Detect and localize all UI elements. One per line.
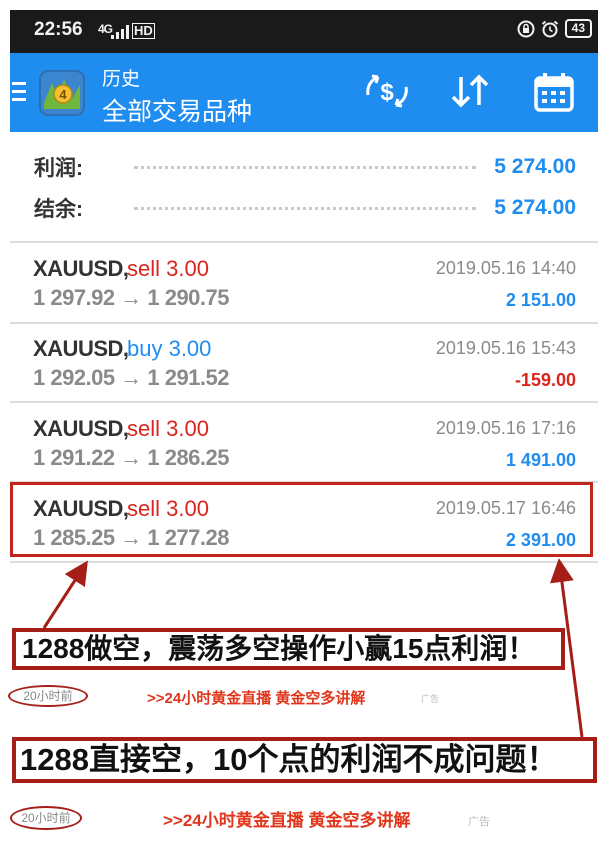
trade-prices: 1 292.05 → 1 291.52 <box>33 365 230 390</box>
profit-row: 利润: 5 274.00 <box>34 152 576 182</box>
trade-action: sell 3.00 <box>127 416 209 441</box>
trade-symbol: XAUUSD, <box>33 256 129 281</box>
trade-profit: 1 491.00 <box>505 450 576 470</box>
balance-label: 结余: <box>34 198 83 221</box>
status-time: 22:56 <box>34 19 83 40</box>
signal-icon <box>111 25 129 39</box>
trade-symbol: XAUUSD, <box>33 416 129 441</box>
app-bar: 4 历史 全部交易品种 $ <box>10 53 598 132</box>
svg-text:4: 4 <box>59 87 67 102</box>
metatrader-logo[interactable]: 4 <box>38 69 86 117</box>
profit-value: 5 274.00 <box>494 155 576 178</box>
annotation-banner: 1288做空，震荡多空操作小赢15点利润！ <box>12 628 565 670</box>
trade-prices: 1 297.92 → 1 290.75 <box>33 285 230 310</box>
lock-rotation-icon <box>517 20 535 37</box>
trade-profit: 2 151.00 <box>505 290 576 310</box>
trade-row[interactable]: XAUUSD, buy 3.00 1 292.05 → 1 291.52 201… <box>10 323 598 403</box>
trade-row[interactable]: XAUUSD, sell 3.00 1 297.92 → 1 290.75 20… <box>10 243 598 323</box>
divider <box>10 561 598 563</box>
svg-text:$: $ <box>380 79 394 106</box>
time-ago: 20小时前 <box>8 685 88 707</box>
currency-exchange-icon[interactable]: $ <box>364 71 410 111</box>
screen-title: 历史 <box>102 69 141 90</box>
dotted-leader <box>134 206 477 210</box>
sort-icon[interactable] <box>447 71 493 111</box>
highlight-box <box>10 482 593 557</box>
trade-profit: -159.00 <box>514 370 576 390</box>
balance-value: 5 274.00 <box>494 196 576 219</box>
annotation-banner: 1288直接空，10个点的利润不成问题！ <box>12 737 597 783</box>
alarm-icon <box>541 20 558 37</box>
promo-link[interactable]: >>24小时黄金直播 黄金空多讲解 <box>163 806 411 831</box>
promo-link[interactable]: >>24小时黄金直播 黄金空多讲解 <box>147 687 365 708</box>
symbol-filter[interactable]: 全部交易品种 <box>102 92 252 128</box>
ad-label: 广告 <box>421 694 440 704</box>
trade-action: sell 3.00 <box>127 256 209 281</box>
time-ago: 20小时前 <box>10 806 82 830</box>
profit-label: 利润: <box>34 157 83 180</box>
trade-date: 2019.05.16 15:43 <box>435 338 576 358</box>
arrow-to-trade <box>42 560 88 629</box>
calendar-icon[interactable] <box>532 71 576 113</box>
summary-panel: 利润: 5 274.00 结余: 5 274.00 <box>10 132 598 242</box>
balance-row: 结余: 5 274.00 <box>34 193 576 223</box>
network-type: 4G <box>98 22 113 36</box>
trade-prices: 1 291.22 → 1 286.25 <box>33 445 230 470</box>
trade-date: 2019.05.16 17:16 <box>435 418 576 438</box>
status-bar: 22:56 4G HD 43 <box>10 10 598 53</box>
trade-action: buy 3.00 <box>127 336 212 361</box>
menu-icon[interactable] <box>10 81 26 103</box>
trade-symbol: XAUUSD, <box>33 336 129 361</box>
trade-date: 2019.05.16 14:40 <box>435 258 576 278</box>
dotted-leader <box>134 165 477 169</box>
ad-label: 广告 <box>468 816 490 828</box>
trade-row[interactable]: XAUUSD, sell 3.00 1 291.22 → 1 286.25 20… <box>10 403 598 483</box>
battery-indicator: 43 <box>564 19 592 38</box>
hd-badge: HD <box>132 23 155 39</box>
